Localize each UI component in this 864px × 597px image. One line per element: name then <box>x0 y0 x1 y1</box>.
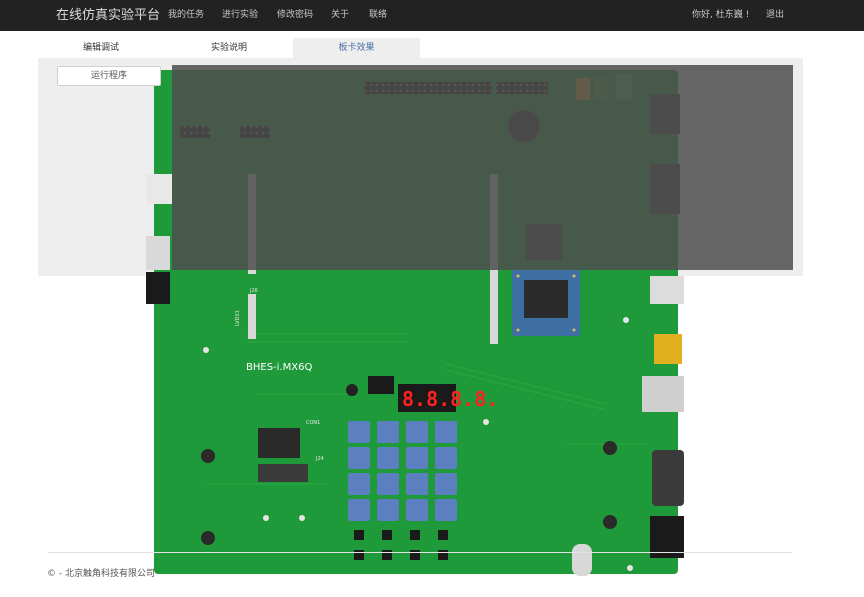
svg-text:J24: J24 <box>315 456 324 462</box>
brand-title[interactable]: 在线仿真实验平台 <box>56 0 160 31</box>
top-navbar: 在线仿真实验平台 我的任务 进行实验 修改密码 关于 联络 你好, 杜东巍 ! … <box>0 0 864 31</box>
svg-text:J26: J26 <box>249 288 258 294</box>
board-model-label: BHES-i.MX6Q <box>246 362 312 373</box>
seven-segment-digits: 8.8.8.8. <box>402 387 498 411</box>
user-greeting[interactable]: 你好, 杜东巍 ! <box>692 0 749 31</box>
footer-copyright: © - 北京触角科技有限公司 <box>47 569 155 579</box>
nav-change-password[interactable]: 修改密码 <box>277 0 313 31</box>
usb-port-right <box>650 276 684 304</box>
svg-text:CON1: CON1 <box>306 420 320 426</box>
logout-link[interactable]: 退出 <box>766 0 784 31</box>
nav-my-tasks[interactable]: 我的任务 <box>168 0 204 31</box>
serial-db9-port <box>652 450 684 506</box>
board-overlay <box>172 65 793 270</box>
svg-text:LVDS1: LVDS1 <box>235 310 241 326</box>
nav-about[interactable]: 关于 <box>331 0 349 31</box>
nav-contact[interactable]: 联络 <box>369 0 387 31</box>
hdmi-port <box>654 334 682 364</box>
header-connector-left <box>146 272 170 304</box>
usb-connector-left <box>146 174 172 204</box>
tab-board-effect[interactable]: 板卡效果 <box>293 38 420 58</box>
run-program-button[interactable]: 运行程序 <box>57 66 161 86</box>
tab-edit-debug[interactable]: 编辑调试 <box>56 38 146 58</box>
nav-do-experiment[interactable]: 进行实验 <box>222 0 258 31</box>
sim-card-slot <box>258 428 300 458</box>
lvds-connector <box>248 294 256 339</box>
ethernet-port <box>642 376 684 412</box>
footer-divider <box>48 552 792 553</box>
tab-experiment-notes[interactable]: 实验说明 <box>184 38 274 58</box>
